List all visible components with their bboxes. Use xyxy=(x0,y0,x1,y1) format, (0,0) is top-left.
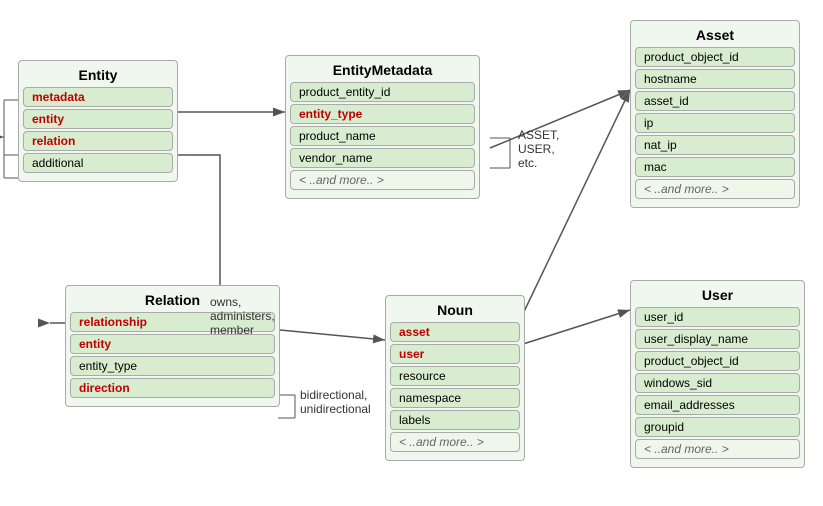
noun-box: Noun asset user resource namespace label… xyxy=(385,295,525,461)
noun-field-user: user xyxy=(390,344,520,364)
user-field-display-name: user_display_name xyxy=(635,329,800,349)
entity-metadata-title: EntityMetadata xyxy=(286,62,479,78)
em-field-and-more: < ..and more.. > xyxy=(290,170,475,190)
asset-field-and-more: < ..and more.. > xyxy=(635,179,795,199)
user-field-groupid: groupid xyxy=(635,417,800,437)
entity-field-entity: entity xyxy=(23,109,173,129)
asset-field-ip: ip xyxy=(635,113,795,133)
asset-field-hostname: hostname xyxy=(635,69,795,89)
noun-field-and-more: < ..and more.. > xyxy=(390,432,520,452)
entity-title: Entity xyxy=(19,67,177,83)
relation-field-entity-type: entity_type xyxy=(70,356,275,376)
asset-box: Asset product_object_id hostname asset_i… xyxy=(630,20,800,208)
asset-field-asset-id: asset_id xyxy=(635,91,795,111)
noun-field-labels: labels xyxy=(390,410,520,430)
annotation-asset-user: ASSET, USER, etc. xyxy=(518,128,559,170)
em-field-product-name: product_name xyxy=(290,126,475,146)
user-field-email-addresses: email_addresses xyxy=(635,395,800,415)
relation-field-entity: entity xyxy=(70,334,275,354)
em-field-product-entity-id: product_entity_id xyxy=(290,82,475,102)
asset-field-product-object-id: product_object_id xyxy=(635,47,795,67)
entity-box: Entity metadata entity relation addition… xyxy=(18,60,178,182)
em-field-vendor-name: vendor_name xyxy=(290,148,475,168)
user-field-windows-sid: windows_sid xyxy=(635,373,800,393)
diagram: Entity metadata entity relation addition… xyxy=(0,0,823,506)
noun-field-asset: asset xyxy=(390,322,520,342)
asset-field-mac: mac xyxy=(635,157,795,177)
entity-metadata-box: EntityMetadata product_entity_id entity_… xyxy=(285,55,480,199)
user-field-and-more: < ..and more.. > xyxy=(635,439,800,459)
noun-title: Noun xyxy=(386,302,524,318)
noun-field-namespace: namespace xyxy=(390,388,520,408)
user-field-product-object-id: product_object_id xyxy=(635,351,800,371)
asset-title: Asset xyxy=(631,27,799,43)
noun-field-resource: resource xyxy=(390,366,520,386)
entity-field-additional: additional xyxy=(23,153,173,173)
em-field-entity-type: entity_type xyxy=(290,104,475,124)
entity-field-metadata: metadata xyxy=(23,87,173,107)
entity-field-relation: relation xyxy=(23,131,173,151)
relation-field-direction: direction xyxy=(70,378,275,398)
annotation-bidirectional: bidirectional, unidirectional xyxy=(300,388,371,416)
user-field-user-id: user_id xyxy=(635,307,800,327)
user-box: User user_id user_display_name product_o… xyxy=(630,280,805,468)
asset-field-nat-ip: nat_ip xyxy=(635,135,795,155)
annotation-owns: owns, administers, member xyxy=(210,295,275,337)
user-title: User xyxy=(631,287,804,303)
